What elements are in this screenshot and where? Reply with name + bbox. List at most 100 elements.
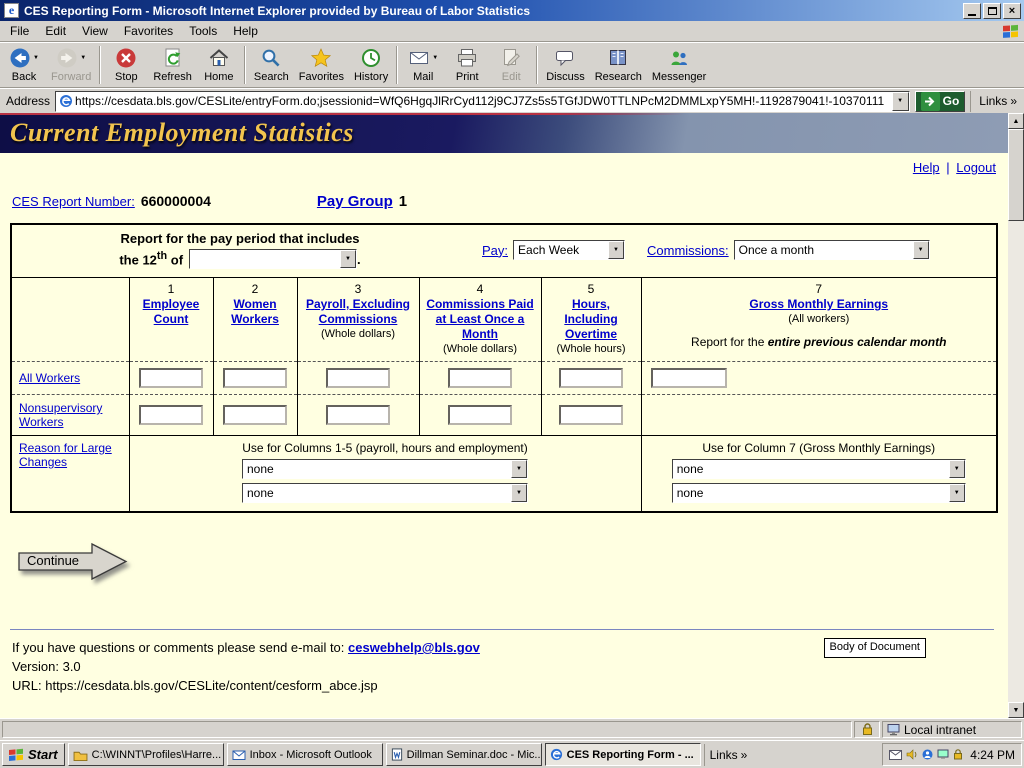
back-dropdown-icon[interactable]: ▼	[33, 55, 39, 61]
pay-period-select[interactable]: ▼	[189, 249, 357, 269]
vertical-scrollbar[interactable]: ▲ ▼	[1008, 113, 1024, 718]
address-input[interactable]	[73, 94, 892, 108]
taskbar-task-word[interactable]: Dillman Seminar.doc - Mic...	[386, 743, 542, 766]
address-field[interactable]: ▼	[55, 91, 910, 112]
address-dropdown-button[interactable]: ▼	[892, 92, 909, 111]
dropdown-arrow-icon[interactable]: ▼	[608, 241, 624, 259]
menu-tools[interactable]: Tools	[181, 22, 225, 40]
tray-mail-icon[interactable]	[889, 750, 902, 760]
taskbar-task-explorer[interactable]: C:\WINNT\Profiles\Harre...	[68, 743, 224, 766]
go-button[interactable]: Go	[915, 91, 966, 112]
ceswebhelp-email-link[interactable]: ceswebhelp@bls.gov	[348, 640, 480, 655]
version-line: Version: 3.0	[12, 658, 1008, 677]
discuss-button[interactable]: Discuss	[541, 43, 590, 87]
go-label: Go	[943, 94, 960, 108]
use-for-column-7-heading: Use for Column 7 (Gross Monthly Earnings…	[646, 441, 993, 455]
history-button[interactable]: History	[349, 43, 393, 87]
reason-for-large-changes-link[interactable]: Reason for Large Changes	[19, 441, 112, 469]
all-workers-employee-count-input[interactable]	[139, 368, 203, 388]
back-button[interactable]: ▼ Back	[2, 43, 46, 87]
pay-link[interactable]: Pay:	[482, 243, 508, 258]
mail-button[interactable]: ▼ Mail	[401, 43, 445, 87]
tray-lock-icon[interactable]	[953, 749, 963, 760]
all-workers-gross-earnings-input[interactable]	[651, 368, 727, 388]
dropdown-arrow-icon[interactable]: ▼	[340, 250, 356, 268]
mail-dropdown-icon[interactable]: ▼	[432, 55, 438, 61]
tray-display-icon[interactable]	[937, 749, 949, 760]
word-document-icon	[391, 748, 403, 761]
ces-report-number-link[interactable]: CES Report Number:	[12, 194, 135, 209]
nonsupervisory-employee-count-input[interactable]	[139, 405, 203, 425]
dropdown-arrow-icon[interactable]: ▼	[511, 484, 527, 502]
all-workers-hours-input[interactable]	[559, 368, 623, 388]
continue-button[interactable]: Continue	[18, 541, 130, 583]
logout-link[interactable]: Logout	[956, 160, 996, 175]
menu-view[interactable]: View	[74, 22, 116, 40]
nonsupervisory-workers-link[interactable]: Nonsupervisory Workers	[19, 401, 102, 429]
forward-dropdown-icon[interactable]: ▼	[80, 55, 86, 61]
research-button[interactable]: Research	[590, 43, 647, 87]
forward-button[interactable]: ▼ Forward	[46, 43, 96, 87]
taskbar-links-toolbar[interactable]: Links »	[704, 744, 753, 766]
browser-toolbar: ▼ Back ▼ Forward Stop Refresh Home Searc…	[0, 42, 1024, 88]
home-button[interactable]: Home	[197, 43, 241, 87]
commissions-select[interactable]: Once a month ▼	[734, 240, 930, 260]
nonsupervisory-commissions-input[interactable]	[448, 405, 512, 425]
toolbar-button-label: Print	[456, 71, 479, 83]
scrollbar-thumb[interactable]	[1008, 129, 1024, 221]
column-header-hours: 5 Hours, Including Overtime (Whole hours…	[541, 278, 641, 362]
scrollbar-track[interactable]	[1008, 129, 1024, 702]
scroll-up-icon[interactable]: ▲	[1008, 113, 1024, 129]
reason-cols-1-5-select-2[interactable]: none ▼	[242, 483, 528, 503]
menu-favorites[interactable]: Favorites	[116, 22, 181, 40]
taskbar-task-ces-form[interactable]: CES Reporting Form - ...	[545, 743, 701, 766]
menu-file[interactable]: File	[2, 22, 37, 40]
task-label: C:\WINNT\Profiles\Harre...	[92, 749, 222, 761]
pay-select[interactable]: Each Week ▼	[513, 240, 625, 260]
all-workers-women-workers-input[interactable]	[223, 368, 287, 388]
pay-group-link[interactable]: Pay Group	[317, 193, 393, 210]
all-workers-link[interactable]: All Workers	[19, 371, 80, 385]
links-toolbar[interactable]: Links »	[970, 91, 1021, 112]
dropdown-arrow-icon[interactable]: ▼	[511, 460, 527, 478]
reason-col-7-select-1[interactable]: none ▼	[672, 459, 966, 479]
taskbar-clock[interactable]: 4:24 PM	[967, 748, 1015, 762]
reason-col-7-select-2[interactable]: none ▼	[672, 483, 966, 503]
dropdown-arrow-icon[interactable]: ▼	[949, 460, 965, 478]
taskbar-task-outlook[interactable]: Inbox - Microsoft Outlook	[227, 743, 383, 766]
menu-edit[interactable]: Edit	[37, 22, 74, 40]
menu-help[interactable]: Help	[225, 22, 266, 40]
all-workers-payroll-input[interactable]	[326, 368, 390, 388]
tray-messenger-icon[interactable]	[922, 749, 933, 760]
tray-volume-icon[interactable]	[906, 749, 918, 760]
nonsupervisory-women-workers-input[interactable]	[223, 405, 287, 425]
maximize-button[interactable]	[983, 3, 1001, 19]
dropdown-arrow-icon[interactable]: ▼	[913, 241, 929, 259]
start-button[interactable]: Start	[2, 743, 65, 766]
help-link[interactable]: Help	[913, 160, 940, 175]
window-title: CES Reporting Form - Microsoft Internet …	[24, 4, 961, 18]
nonsupervisory-payroll-input[interactable]	[326, 405, 390, 425]
print-button[interactable]: Print	[445, 43, 489, 87]
messenger-button[interactable]: Messenger	[647, 43, 711, 87]
scroll-down-icon[interactable]: ▼	[1008, 702, 1024, 718]
refresh-button[interactable]: Refresh	[148, 43, 197, 87]
stop-button[interactable]: Stop	[104, 43, 148, 87]
taskbar-links-chevron-icon[interactable]: »	[741, 748, 748, 762]
dropdown-arrow-icon[interactable]: ▼	[949, 484, 965, 502]
edit-button[interactable]: Edit	[489, 43, 533, 87]
pay-period-line2: the 12th of	[119, 250, 183, 267]
all-workers-commissions-input[interactable]	[448, 368, 512, 388]
minimize-button[interactable]	[963, 3, 981, 19]
security-zone-pane: Local intranet	[882, 721, 1022, 738]
links-chevron-icon[interactable]: »	[1010, 94, 1017, 108]
commissions-link[interactable]: Commissions:	[647, 243, 729, 258]
search-button[interactable]: Search	[249, 43, 294, 87]
nonsupervisory-hours-input[interactable]	[559, 405, 623, 425]
address-bar: Address ▼ Go Links »	[0, 88, 1024, 113]
close-button[interactable]: ×	[1003, 3, 1021, 19]
reason-cols-1-5-select-1[interactable]: none ▼	[242, 459, 528, 479]
favorites-button[interactable]: Favorites	[294, 43, 349, 87]
forward-icon	[56, 47, 78, 69]
body-of-document-box[interactable]: Body of Document	[824, 638, 927, 658]
